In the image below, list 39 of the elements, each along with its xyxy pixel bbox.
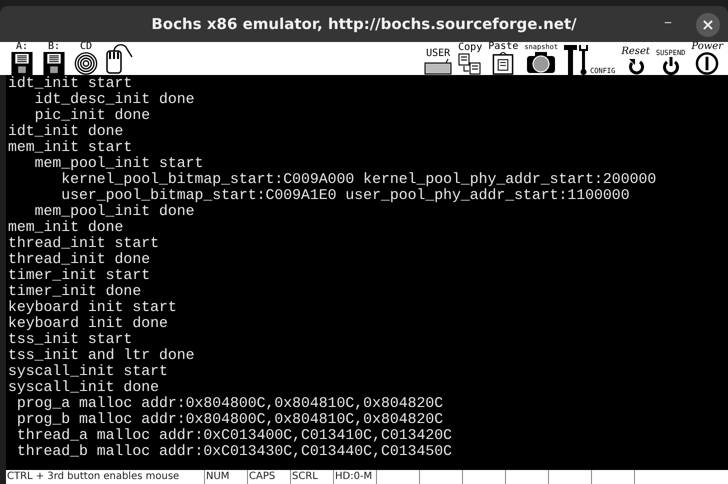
camera-icon bbox=[526, 51, 556, 75]
window-title: Bochs x86 emulator, http://bochs.sourceforge.net/ bbox=[151, 15, 577, 33]
close-button[interactable]: × bbox=[696, 13, 720, 37]
status-text: HD:0-M bbox=[335, 471, 372, 482]
console-line: mem_pool_init start bbox=[34, 156, 204, 172]
status-text: CAPS bbox=[249, 471, 276, 482]
console-line: thread_init start bbox=[8, 236, 160, 252]
console-line: pic_init done bbox=[34, 108, 152, 124]
console-line: idt_init start bbox=[8, 76, 134, 92]
console-line: mem_pool_init done bbox=[34, 204, 196, 220]
console-line: prog_a malloc addr:0x804800C,0x804810C,0x804820C bbox=[16, 396, 444, 412]
console-line: keyboard init done bbox=[8, 316, 169, 332]
copy-button[interactable]: Copy bbox=[457, 42, 484, 75]
console-line: mem_init done bbox=[8, 220, 124, 236]
console-line: idt_desc_init done bbox=[34, 92, 196, 108]
minimize-button[interactable]: – bbox=[660, 12, 676, 31]
console-line: timer_init done bbox=[8, 284, 142, 300]
console-line: keyboard init start bbox=[8, 300, 178, 316]
console-line: kernel_pool_bitmap_start:C009A000 kernel_pool_phy_addr_start:200000 bbox=[60, 172, 658, 188]
status-text: NUM bbox=[206, 471, 230, 482]
console-line: tss_init and ltr done bbox=[8, 348, 196, 364]
floppy-button[interactable]: B: bbox=[40, 42, 68, 75]
console-line: syscall_init start bbox=[8, 364, 169, 380]
console-line: thread_b malloc addr:0xC013430C,C013440C,C013450C bbox=[16, 444, 453, 460]
status-text: SCRL bbox=[292, 471, 318, 482]
console-line: tss_init start bbox=[8, 332, 134, 348]
console-line: mem_init start bbox=[8, 140, 134, 156]
console-line: thread_init done bbox=[8, 252, 152, 268]
console-line: timer_init start bbox=[8, 268, 152, 284]
console-line: user_pool_bitmap_start:C009A1E0 user_pool_phy_addr_start:1100000 bbox=[60, 188, 631, 204]
power-button[interactable]: Power bbox=[690, 42, 724, 75]
console-line: thread_a malloc addr:0xC013400C,C013410C,C013420C bbox=[16, 428, 453, 444]
console-line: prog_b malloc addr:0x804800C,0x804810C,0x804820C bbox=[16, 412, 444, 428]
console-line: syscall_init done bbox=[8, 380, 160, 396]
paste-button[interactable]: Paste bbox=[487, 42, 520, 75]
console-line: idt_init done bbox=[8, 124, 124, 140]
status-text: CTRL + 3rd button enables mouse bbox=[7, 471, 180, 482]
floppy-button[interactable]: A: bbox=[8, 42, 36, 75]
cdrom-button[interactable]: CD bbox=[72, 42, 100, 75]
